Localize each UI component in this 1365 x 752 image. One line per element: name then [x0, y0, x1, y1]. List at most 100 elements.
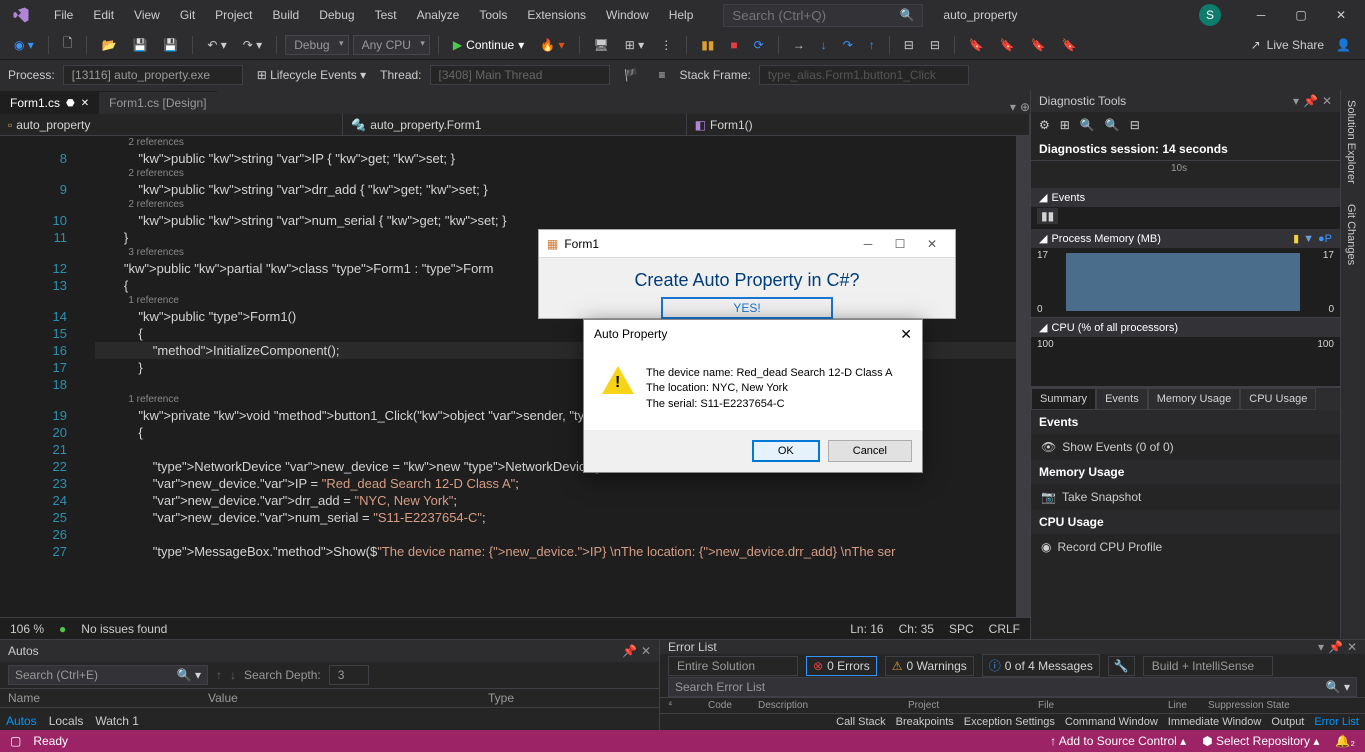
- diag-tab-memory[interactable]: Memory Usage: [1148, 388, 1241, 410]
- menu-debug[interactable]: Debug: [309, 2, 364, 28]
- source-combo[interactable]: Build + IntelliSense: [1143, 656, 1273, 676]
- form1-close[interactable]: ✕: [917, 237, 947, 251]
- mem-header[interactable]: ◢ Process Memory (MB) ▮ ▼ ●P: [1031, 229, 1340, 248]
- pin-icon[interactable]: 📌: [1328, 640, 1343, 654]
- vtab-solution-explorer[interactable]: Solution Explorer: [1341, 90, 1361, 194]
- messages-pill[interactable]: ⓘ0 of 4 Messages: [982, 654, 1100, 677]
- continue-button[interactable]: ▶Continue ▾: [447, 36, 530, 54]
- close-panel-icon[interactable]: ✕: [1322, 94, 1332, 108]
- col-value[interactable]: Value: [208, 691, 488, 705]
- menu-analyze[interactable]: Analyze: [407, 2, 470, 28]
- snapshot-row[interactable]: 📷Take Snapshot: [1031, 484, 1340, 510]
- repo-button[interactable]: ⬢ Select Repository ▴: [1202, 734, 1319, 748]
- pin-icon[interactable]: ⬣: [66, 98, 75, 109]
- tab-command[interactable]: Command Window: [1065, 716, 1158, 728]
- browser-icon[interactable]: 🖥: [588, 36, 615, 54]
- diag-tab-events[interactable]: Events: [1096, 388, 1148, 410]
- tb-icon[interactable]: ⊟: [898, 36, 920, 54]
- menu-git[interactable]: Git: [170, 2, 205, 28]
- undo-icon[interactable]: ↶ ▾: [201, 36, 232, 54]
- stack-icon[interactable]: ≡: [652, 66, 671, 84]
- nav-member[interactable]: ◧Form1(): [687, 114, 1030, 135]
- close-icon[interactable]: ✕: [1347, 640, 1357, 654]
- step-over-icon[interactable]: ↷: [837, 36, 859, 54]
- show-events-row[interactable]: 👁Show Events (0 of 0): [1031, 434, 1340, 460]
- tab-exception[interactable]: Exception Settings: [964, 716, 1055, 728]
- nav-class[interactable]: 🔩auto_property.Form1: [343, 114, 686, 135]
- col-code[interactable]: Code: [708, 700, 758, 711]
- diag-timeline[interactable]: 10s: [1031, 160, 1340, 188]
- close-icon[interactable]: ✕: [641, 644, 651, 658]
- tb-icon[interactable]: 🔖: [1025, 36, 1052, 54]
- flag-icon[interactable]: 🏴: [618, 66, 645, 84]
- close-tab-icon[interactable]: ✕: [81, 98, 89, 109]
- tb-icon[interactable]: 🔖: [963, 36, 990, 54]
- col-file[interactable]: File: [1038, 700, 1168, 711]
- hot-reload-icon[interactable]: 🔥 ▾: [534, 36, 570, 54]
- nav-back-icon[interactable]: ◉ ▾: [8, 36, 40, 54]
- save-icon[interactable]: 💾: [126, 36, 153, 54]
- msgbox-close-icon[interactable]: ✕: [900, 326, 912, 343]
- save-all-icon[interactable]: 💾: [157, 36, 184, 54]
- tb-icon[interactable]: 🔖: [1056, 36, 1083, 54]
- events-header[interactable]: ◢ Events: [1031, 188, 1340, 207]
- tab-output[interactable]: Output: [1271, 716, 1304, 728]
- frame-combo[interactable]: type_alias.Form1.button1_Click: [759, 65, 969, 85]
- minimize-button[interactable]: ─: [1241, 0, 1281, 30]
- tab-autos[interactable]: Autos: [6, 714, 37, 728]
- col-name[interactable]: Name: [8, 691, 208, 705]
- tab-form1-cs[interactable]: Form1.cs ⬣ ✕: [0, 91, 99, 114]
- menu-extensions[interactable]: Extensions: [517, 2, 596, 28]
- tab-add-icon[interactable]: ⊕: [1020, 100, 1030, 114]
- new-item-icon[interactable]: 🗋: [57, 32, 79, 57]
- form1-max[interactable]: ☐: [885, 237, 915, 251]
- source-control-button[interactable]: ↑ Add to Source Control ▴: [1050, 734, 1186, 748]
- menu-help[interactable]: Help: [659, 2, 704, 28]
- scrollbar[interactable]: [1016, 136, 1030, 617]
- zoom-in-icon[interactable]: 🔍: [1080, 118, 1095, 132]
- menu-view[interactable]: View: [124, 2, 170, 28]
- menu-test[interactable]: Test: [365, 2, 407, 28]
- col-desc[interactable]: Description: [758, 700, 908, 711]
- diag-tab-cpu[interactable]: CPU Usage: [1240, 388, 1316, 410]
- errors-pill[interactable]: ⊗0 Errors: [806, 656, 877, 676]
- tab-immediate[interactable]: Immediate Window: [1168, 716, 1262, 728]
- redo-icon[interactable]: ↷ ▾: [237, 36, 268, 54]
- user-avatar[interactable]: S: [1199, 4, 1221, 26]
- col-line[interactable]: Line: [1168, 700, 1208, 711]
- feedback-icon[interactable]: 👤: [1330, 36, 1357, 54]
- arrow-up-icon[interactable]: ↑: [216, 668, 222, 682]
- error-search[interactable]: Search Error List 🔍 ▾: [668, 677, 1357, 697]
- notifications-icon[interactable]: 🔔₂: [1335, 734, 1355, 748]
- lifecycle-icon[interactable]: ⊞ Lifecycle Events ▾: [251, 66, 372, 84]
- arrow-down-icon[interactable]: ↓: [230, 668, 236, 682]
- record-row[interactable]: ◉Record CPU Profile: [1031, 534, 1340, 560]
- process-combo[interactable]: [13116] auto_property.exe: [63, 65, 243, 85]
- search-input[interactable]: [732, 8, 899, 23]
- vtab-git-changes[interactable]: Git Changes: [1341, 194, 1361, 275]
- output-icon[interactable]: ▢: [10, 734, 21, 748]
- tb-icon[interactable]: ⊞ ▾: [619, 36, 650, 54]
- menu-window[interactable]: Window: [596, 2, 659, 28]
- pause-icon[interactable]: ▮▮: [695, 36, 720, 54]
- pin-icon[interactable]: 📌: [622, 644, 637, 658]
- tab-form1-design[interactable]: Form1.cs [Design]: [99, 91, 216, 114]
- tab-errorlist[interactable]: Error List: [1314, 716, 1359, 728]
- menu-file[interactable]: File: [44, 2, 83, 28]
- col-type[interactable]: Type: [488, 691, 514, 705]
- scope-combo[interactable]: Entire Solution: [668, 656, 798, 676]
- tab-locals[interactable]: Locals: [49, 714, 84, 728]
- tb-icon[interactable]: ⊟: [924, 36, 946, 54]
- filter-icon[interactable]: 🔧: [1108, 656, 1135, 676]
- search-box[interactable]: 🔍: [723, 4, 923, 27]
- col-suppress[interactable]: Suppression State: [1208, 700, 1290, 711]
- col-project[interactable]: Project: [908, 700, 1038, 711]
- col-icon[interactable]: ⁴: [668, 700, 708, 711]
- cpu-header[interactable]: ◢ CPU (% of all processors): [1031, 318, 1340, 337]
- depth-combo[interactable]: 3: [329, 665, 369, 685]
- tab-callstack[interactable]: Call Stack: [836, 716, 886, 728]
- tb-icon[interactable]: 🔖: [994, 36, 1021, 54]
- config-combo[interactable]: Debug: [285, 35, 348, 55]
- pin-icon[interactable]: 📌: [1303, 94, 1318, 108]
- step-into-icon[interactable]: ↓: [815, 36, 833, 54]
